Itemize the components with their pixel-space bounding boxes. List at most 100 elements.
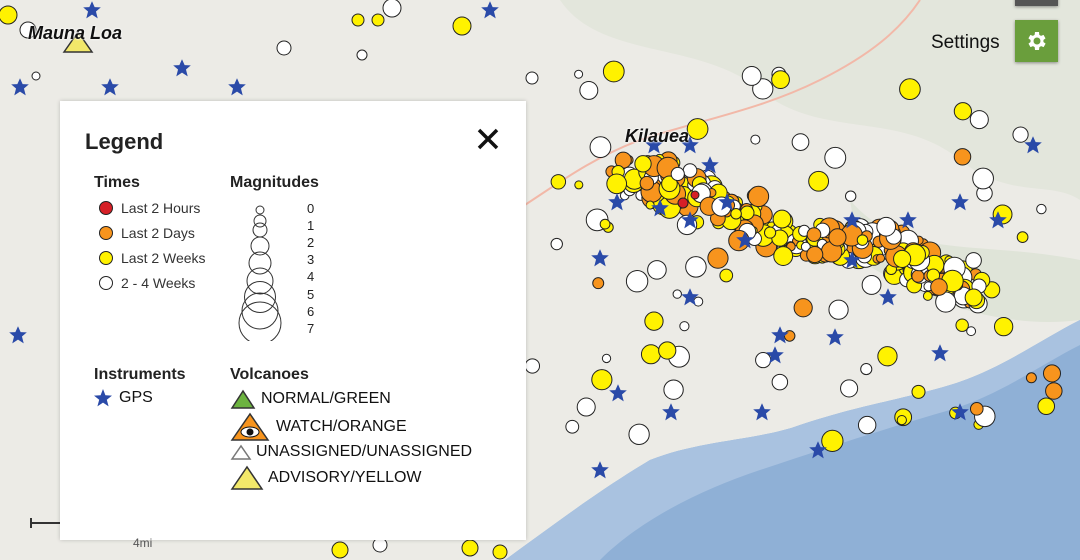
earthquake-marker[interactable] xyxy=(658,341,677,360)
earthquake-marker[interactable] xyxy=(1025,372,1037,384)
earthquake-marker[interactable] xyxy=(576,397,596,417)
earthquake-marker[interactable] xyxy=(806,246,824,264)
earthquake-marker[interactable] xyxy=(966,326,977,337)
earthquake-marker[interactable] xyxy=(953,148,972,166)
earthquake-marker[interactable] xyxy=(592,277,605,290)
close-icon[interactable] xyxy=(474,125,502,153)
earthquake-marker[interactable] xyxy=(599,218,611,230)
earthquake-marker[interactable] xyxy=(707,247,729,269)
gps-station-star[interactable] xyxy=(879,288,897,306)
earthquake-marker[interactable] xyxy=(602,60,625,83)
earthquake-marker[interactable] xyxy=(690,190,700,200)
gps-station-star[interactable] xyxy=(9,326,27,344)
earthquake-marker[interactable] xyxy=(844,190,857,202)
earthquake-marker[interactable] xyxy=(911,384,926,399)
earthquake-marker[interactable] xyxy=(1042,364,1062,383)
earthquake-marker[interactable] xyxy=(356,49,368,61)
earthquake-marker[interactable] xyxy=(1012,126,1029,143)
earthquake-marker[interactable] xyxy=(639,175,655,191)
gps-station-star[interactable] xyxy=(481,1,499,19)
earthquake-marker[interactable] xyxy=(606,173,628,195)
earthquake-marker[interactable] xyxy=(840,379,859,398)
earthquake-marker[interactable] xyxy=(452,16,472,36)
earthquake-marker[interactable] xyxy=(771,373,789,391)
earthquake-marker[interactable] xyxy=(663,379,684,400)
earthquake-marker[interactable] xyxy=(806,227,822,242)
map-control-button[interactable] xyxy=(1015,0,1058,6)
earthquake-marker[interactable] xyxy=(550,237,563,251)
earthquake-marker[interactable] xyxy=(591,369,613,391)
earthquake-marker[interactable] xyxy=(579,80,599,100)
gps-station-star[interactable] xyxy=(931,344,949,362)
earthquake-marker[interactable] xyxy=(331,541,349,559)
earthquake-marker[interactable] xyxy=(861,275,882,295)
earthquake-marker[interactable] xyxy=(371,13,385,27)
earthquake-marker[interactable] xyxy=(772,209,792,229)
gps-station-star[interactable] xyxy=(826,328,844,346)
earthquake-marker[interactable] xyxy=(525,71,539,85)
earthquake-marker[interactable] xyxy=(860,363,873,376)
earthquake-marker[interactable] xyxy=(601,353,612,364)
earthquake-marker[interactable] xyxy=(875,253,886,263)
earthquake-marker[interactable] xyxy=(750,134,761,145)
earthquake-marker[interactable] xyxy=(922,291,933,301)
earthquake-marker[interactable] xyxy=(896,414,907,426)
earthquake-marker[interactable] xyxy=(893,249,912,268)
earthquake-marker[interactable] xyxy=(856,234,869,246)
earthquake-marker[interactable] xyxy=(382,0,402,18)
earthquake-marker[interactable] xyxy=(647,260,667,280)
earthquake-marker[interactable] xyxy=(31,71,41,81)
earthquake-marker[interactable] xyxy=(793,298,813,318)
earthquake-marker[interactable] xyxy=(899,78,921,100)
earthquake-marker[interactable] xyxy=(565,419,580,434)
earthquake-marker[interactable] xyxy=(574,180,584,190)
earthquake-marker[interactable] xyxy=(634,155,652,173)
earthquake-marker[interactable] xyxy=(1037,397,1056,416)
earthquake-marker[interactable] xyxy=(857,415,877,435)
earthquake-marker[interactable] xyxy=(771,70,790,90)
earthquake-marker[interactable] xyxy=(682,163,698,178)
earthquake-marker[interactable] xyxy=(679,321,690,332)
earthquake-marker[interactable] xyxy=(828,228,847,247)
earthquake-marker[interactable] xyxy=(686,118,709,140)
earthquake-marker[interactable] xyxy=(574,69,584,79)
earthquake-marker[interactable] xyxy=(911,269,925,283)
gps-station-star[interactable] xyxy=(101,78,119,96)
gps-station-star[interactable] xyxy=(591,461,609,479)
earthquake-marker[interactable] xyxy=(0,5,18,25)
earthquake-marker[interactable] xyxy=(747,185,770,208)
earthquake-marker[interactable] xyxy=(969,110,989,130)
gps-station-star[interactable] xyxy=(173,59,191,77)
gps-station-star[interactable] xyxy=(951,193,969,211)
earthquake-marker[interactable] xyxy=(351,13,365,27)
earthquake-marker[interactable] xyxy=(276,40,292,56)
earthquake-marker[interactable] xyxy=(773,246,794,266)
gps-station-star[interactable] xyxy=(753,403,771,421)
earthquake-marker[interactable] xyxy=(969,402,984,416)
gps-station-star[interactable] xyxy=(662,403,680,421)
earthquake-marker[interactable] xyxy=(876,216,897,237)
earthquake-marker[interactable] xyxy=(1016,231,1029,244)
gps-station-star[interactable] xyxy=(83,1,101,19)
earthquake-marker[interactable] xyxy=(589,136,612,159)
gps-station-star[interactable] xyxy=(228,78,246,96)
earthquake-marker[interactable] xyxy=(828,299,849,320)
earthquake-marker[interactable] xyxy=(640,344,661,365)
earthquake-marker[interactable] xyxy=(670,166,685,182)
earthquake-marker[interactable] xyxy=(685,256,707,278)
earthquake-marker[interactable] xyxy=(1036,203,1047,215)
earthquake-marker[interactable] xyxy=(808,170,830,192)
gps-station-star[interactable] xyxy=(11,78,29,96)
earthquake-marker[interactable] xyxy=(677,197,689,209)
earthquake-marker[interactable] xyxy=(755,352,772,369)
earthquake-marker[interactable] xyxy=(783,330,796,342)
earthquake-marker[interactable] xyxy=(672,289,682,299)
earthquake-marker[interactable] xyxy=(492,544,508,560)
earthquake-marker[interactable] xyxy=(930,278,948,296)
earthquake-marker[interactable] xyxy=(645,200,655,210)
earthquake-marker[interactable] xyxy=(993,316,1014,337)
earthquake-marker[interactable] xyxy=(1045,382,1063,400)
earthquake-marker[interactable] xyxy=(964,288,983,307)
earthquake-marker[interactable] xyxy=(824,146,847,169)
earthquake-marker[interactable] xyxy=(461,539,479,557)
